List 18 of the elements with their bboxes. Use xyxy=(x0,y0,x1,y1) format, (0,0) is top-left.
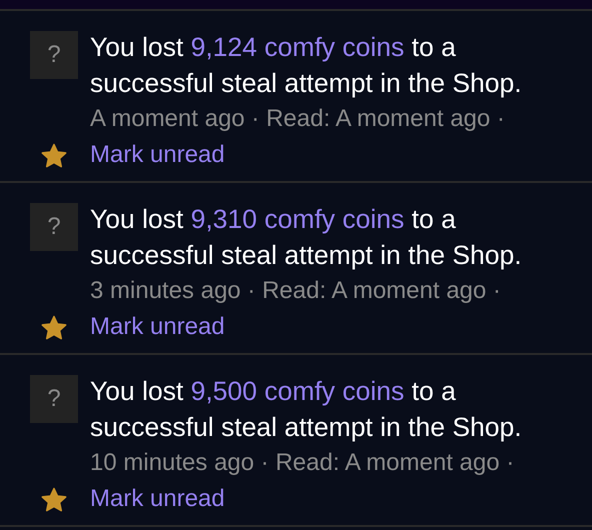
timestamp-text: 3 minutes ago · Read: A moment ago · xyxy=(90,277,501,304)
timestamp-text: A moment ago · Read: A moment ago · xyxy=(90,105,505,132)
coins-link[interactable]: 9,500 comfy coins xyxy=(190,376,404,406)
coins-link[interactable]: 9,310 comfy coins xyxy=(190,204,404,234)
notification-message: You lost 9,310 comfy coins to a successful steal attempt in the Shop. xyxy=(90,203,523,272)
placeholder-icon: ? xyxy=(30,203,78,251)
mark-unread-link[interactable]: Mark unread xyxy=(90,485,225,512)
star-icon[interactable] xyxy=(40,315,68,342)
star-icon[interactable] xyxy=(40,143,68,170)
mark-unread-link[interactable]: Mark unread xyxy=(90,313,225,340)
mark-unread-link[interactable]: Mark unread xyxy=(90,141,225,168)
timestamp-text: 10 minutes ago · Read: A moment ago · xyxy=(90,449,514,476)
coins-link[interactable]: 9,124 comfy coins xyxy=(190,32,404,62)
placeholder-icon: ? xyxy=(30,31,78,79)
notification-message: You lost 9,500 comfy coins to a successful steal attempt in the Shop. xyxy=(90,375,523,444)
notification-message: You lost 9,124 comfy coins to a successful steal attempt in the Shop. xyxy=(90,31,523,100)
placeholder-icon: ? xyxy=(30,375,78,423)
star-icon[interactable] xyxy=(40,487,68,514)
